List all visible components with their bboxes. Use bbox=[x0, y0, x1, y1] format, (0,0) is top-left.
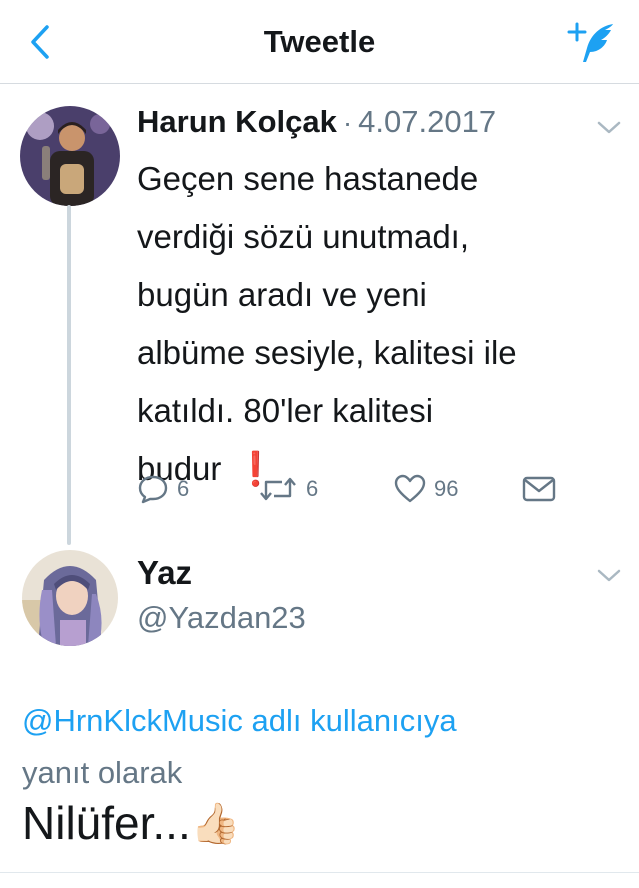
like-action[interactable]: 96 bbox=[394, 470, 458, 508]
reply-body: Nilüfer... 👍🏻 bbox=[22, 796, 241, 850]
compose-feather-icon bbox=[567, 22, 613, 62]
reply-text: Nilüfer... bbox=[22, 797, 191, 849]
separator-dot: · bbox=[342, 107, 353, 138]
like-count: 96 bbox=[434, 476, 459, 501]
reply-to-mention-link[interactable]: @HrnKlckMusic adlı kullanıcıya bbox=[22, 695, 622, 747]
direct-message-action[interactable] bbox=[522, 470, 556, 508]
reply-icon bbox=[138, 475, 168, 504]
tweet-header: Harun Kolçak · 4.07.2017 bbox=[137, 104, 496, 144]
heart-icon bbox=[394, 474, 426, 503]
envelope-icon bbox=[522, 476, 556, 502]
divider bbox=[0, 872, 639, 873]
reply-to-label: yanıt olarak bbox=[22, 755, 183, 790]
reply-action[interactable]: 6 bbox=[137, 470, 189, 508]
reply-author-handle[interactable]: @Yazdan23 bbox=[137, 600, 306, 636]
tweet-body: Geçen sene hastanede verdiği sözü unutma… bbox=[137, 150, 617, 498]
retweet-icon bbox=[260, 477, 296, 501]
retweet-count: 6 bbox=[306, 476, 319, 501]
thumbs-up-emoji: 👍🏻 bbox=[190, 801, 241, 846]
reply-count: 6 bbox=[177, 476, 190, 501]
tweet-date: 4.07.2017 bbox=[358, 104, 497, 139]
compose-tweet-button[interactable] bbox=[565, 18, 619, 66]
reply-author-name[interactable]: Yaz bbox=[137, 554, 192, 592]
navigation-bar: Tweetle bbox=[0, 0, 639, 84]
retweet-action[interactable]: 6 bbox=[258, 470, 318, 508]
page-title: Tweetle bbox=[263, 24, 376, 59]
reply-context: @HrnKlckMusic adlı kullanıcıya yanıt ola… bbox=[22, 695, 622, 799]
avatar-harun[interactable] bbox=[20, 106, 120, 206]
thread-connector-line bbox=[67, 205, 71, 545]
tweet-text: Geçen sene hastanede verdiği sözü unutma… bbox=[137, 160, 517, 487]
author-name[interactable]: Harun Kolçak bbox=[137, 104, 337, 140]
avatar-yaz[interactable] bbox=[22, 550, 118, 646]
chevron-down-icon[interactable] bbox=[596, 120, 622, 136]
chevron-down-icon[interactable] bbox=[596, 568, 622, 584]
